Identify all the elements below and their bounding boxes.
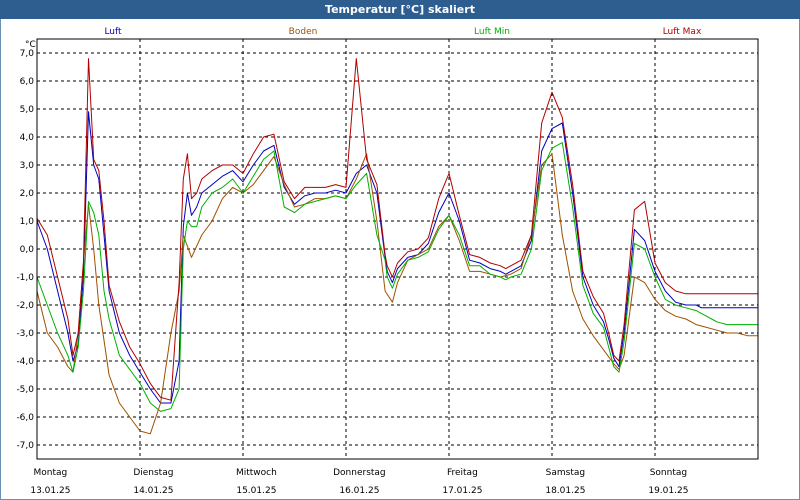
x-tick-date: 14.01.25 <box>133 486 173 496</box>
y-tick-label: 5,0 <box>20 105 35 115</box>
series-lines <box>36 58 758 435</box>
y-tick-label: 7,0 <box>20 49 35 59</box>
series-line-4 <box>36 58 758 401</box>
y-tick-label: -7,0 <box>16 441 34 451</box>
y-tick-label: 6,0 <box>20 77 35 87</box>
series-line-1 <box>36 111 758 404</box>
x-tick-date: 16.01.25 <box>339 486 379 496</box>
grid <box>37 39 758 459</box>
legend-entry: Luft Max <box>663 27 702 37</box>
y-tick-label: 4,0 <box>20 133 35 143</box>
series-line-2 <box>36 153 758 435</box>
y-tick-label: 0,0 <box>20 245 35 255</box>
x-tick-weekday: Montag <box>34 468 68 478</box>
x-tick-date: 18.01.25 <box>545 486 585 496</box>
y-tick-label: -6,0 <box>16 413 34 423</box>
x-tick-weekday: Samstag <box>546 468 585 478</box>
x-tick-weekday: Mittwoch <box>236 468 277 478</box>
y-tick-label: -4,0 <box>16 357 34 367</box>
y-tick-label: 3,0 <box>20 161 35 171</box>
y-tick-label: 1,0 <box>20 217 35 227</box>
y-tick-label: -2,0 <box>16 301 34 311</box>
x-tick-date: 13.01.25 <box>30 486 70 496</box>
legend-entry: Luft <box>104 27 122 37</box>
legend: Luft Boden Luft Min Luft Max <box>104 27 702 37</box>
y-tick-label: -5,0 <box>16 385 34 395</box>
x-tick-weekday: Freitag <box>447 468 478 478</box>
y-tick-labels: 7,0 6,0 5,0 4,0 3,0 2,0 1,0 0,0 -1,0 -2,0 -3,0 -4,0… <box>16 49 34 451</box>
y-tick-label: -3,0 <box>16 329 34 339</box>
x-tick-weekday: Sonntag <box>650 468 687 478</box>
y-tick-label: -1,0 <box>16 273 34 283</box>
y-axis-label: °C <box>25 40 36 50</box>
temperature-chart: 7,0 6,0 5,0 4,0 3,0 2,0 1,0 0,0 -1,0 -2,0 -3,0 -4,0… <box>16 27 759 496</box>
x-tick-weekday: Donnerstag <box>333 468 386 478</box>
legend-entry: Boden <box>289 27 318 37</box>
legend-entry: Luft Min <box>474 27 510 37</box>
x-tick-date: 17.01.25 <box>442 486 482 496</box>
x-tick-date: 15.01.25 <box>236 486 276 496</box>
x-tick-labels: Montag 13.01.25 Dienstag 14.01.25 Mittwoch 15… <box>30 468 688 496</box>
x-tick-date: 19.01.25 <box>648 486 688 496</box>
y-tick-label: 2,0 <box>20 189 35 199</box>
x-tick-weekday: Dienstag <box>133 468 173 478</box>
